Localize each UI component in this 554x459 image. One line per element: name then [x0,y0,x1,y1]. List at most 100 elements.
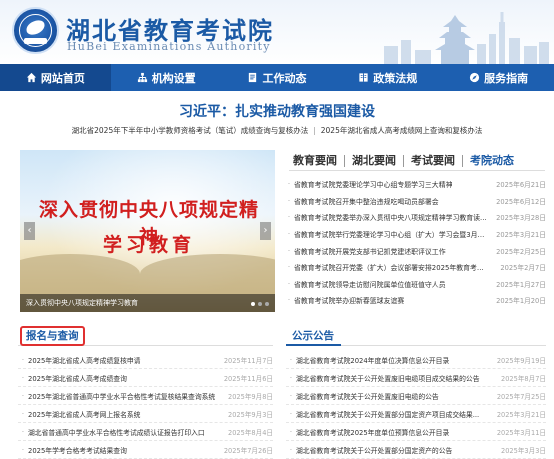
nav-service-guide[interactable]: 服务指南 [443,64,554,91]
slide-hill-decoration [20,254,140,294]
news-title[interactable]: 省教育考试院党委理论学习中心组专题学习三大精神 [294,179,490,189]
bullet-icon: · [21,391,25,400]
bullet-icon: · [21,373,25,382]
nav-home-label: 网站首页 [40,71,85,85]
item-title[interactable]: 2025年湖北省成人高考成绩查询 [28,373,221,383]
nav-work-news-label: 工作动态 [262,71,307,85]
news-date: 2025年6月12日 [496,197,546,206]
item-date: 2025年7月26日 [223,446,273,455]
panel-title-announcements[interactable]: 公示公告 [286,330,334,342]
item-date: 2025年3月3日 [501,446,546,455]
list-item[interactable]: · 省教育考试院党委举办深入贯彻中央八项规定精神学习教育读... 2025年3月28… [284,209,546,226]
slider-dots [251,302,269,306]
news-date: 2025年1月27日 [496,280,546,289]
list-item[interactable]: · 省教育考试院领导走访慰问院属单位值班值守人员 2025年1月27日 [284,276,546,293]
nav-policy[interactable]: 政策法规 [332,64,443,91]
list-item[interactable]: · 湖北省教育考试院2024年度单位决算信息公开目录 2025年9月19日 [286,351,546,369]
item-title[interactable]: 2025年学考合格考考试结果查询 [28,445,221,455]
news-date: 2025年1月20日 [496,297,546,306]
list-item[interactable]: · 2025年湖北省成人高考成绩复核申请 2025年11月7日 [18,351,273,369]
list-item[interactable]: · 2025年湖北省成人高考成绩查询 2025年11月6日 [18,369,273,387]
slider-dot[interactable] [251,302,255,306]
list-item[interactable]: · 2025年湖北省普通高中学业水平合格性考试复核结果查询系统 2025年9月8日 [18,387,273,405]
item-title[interactable]: 湖北省教育考试院关于公开处置废旧电缆项目成交结果的公告 [296,373,494,383]
announcements-list: · 湖北省教育考试院2024年度单位决算信息公开目录 2025年9月19日 · 湖北省… [286,351,546,459]
news-title[interactable]: 省教育考试院领导走访慰问院属单位值班值守人员 [294,279,490,289]
list-item[interactable]: · 省教育考试院举行党委理论学习中心组（扩大）学习会暨3月份... 2025年3月2… [284,226,546,243]
list-item[interactable]: · 省教育考试院召开集中整治违规吃喝动员部署会 2025年6月12日 [284,193,546,210]
item-title[interactable]: 2025年湖北省普通高中学业水平合格性考试复核结果查询系统 [28,391,221,401]
news-title[interactable]: 省教育考试院举行党委理论学习中心组（扩大）学习会暨3月份... [294,229,490,239]
bullet-icon: · [289,373,293,382]
bullet-icon: · [287,263,291,272]
news-title[interactable]: 省教育考试院召开党委（扩大）会议部署安排2025年教育考试... [294,262,490,272]
sub-link-separator: | [313,126,316,135]
tab-hubei-news[interactable]: 湖北要闻 [345,154,404,167]
news-title[interactable]: 省教育考试院召开集中整治违规吃喝动员部署会 [294,196,490,206]
item-title[interactable]: 2025年湖北省成人高考网上报名系统 [28,409,221,419]
list-item[interactable]: · 2025年学考合格考考试结果查询 2025年7月26日 [18,441,273,459]
slider-dot[interactable] [265,302,269,306]
site-logo-icon[interactable] [12,7,59,54]
logo-base [24,38,47,44]
sub-link-adult-exam[interactable]: 2025年湖北省成人高考成绩网上查询和复核办法 [321,126,483,135]
list-item[interactable]: · 湖北省教育考试院关于公开处置废旧电缆项目成交结果的公告 2025年8月7日 [286,369,546,387]
item-title[interactable]: 2025年湖北省成人高考成绩复核申请 [28,355,221,365]
home-icon [26,72,36,83]
item-date: 2025年11月6日 [223,374,273,383]
list-item[interactable]: · 省教育考试院举办迎新春篮球友谊赛 2025年1月20日 [284,292,546,309]
bullet-icon: · [289,391,293,400]
item-date: 2025年8月4日 [228,428,273,437]
tab-exam-news[interactable]: 考试要闻 [404,154,463,167]
nav-organization[interactable]: 机构设置 [111,64,222,91]
nav-home[interactable]: 网站首页 [0,64,111,91]
list-item[interactable]: · 2025年湖北省成人高考网上报名系统 2025年9月3日 [18,405,273,423]
news-tabs-divider [289,170,545,171]
item-date: 2025年3月21日 [496,410,546,419]
list-item[interactable]: · 省教育考试院召开党委（扩大）会议部署安排2025年教育考试... 2025年2月… [284,259,546,276]
news-date: 2025年3月21日 [496,231,546,240]
item-title[interactable]: 湖北省教育考试院关于公开处置废旧电缆的公告 [296,391,494,401]
slide-caption[interactable]: 深入贯彻中央八项规定精神学习教育 [20,294,275,312]
list-item[interactable]: · 湖北省教育考试院关于公开处置废旧电缆的公告 2025年7月25日 [286,387,546,405]
panel-title-registration[interactable]: 报名与查询 [20,326,85,346]
list-item[interactable]: · 湖北省教育考试院关于公开处置部分国定资产的公告 2025年3月3日 [286,441,546,459]
document-icon [249,72,257,83]
news-title[interactable]: 省教育考试院举办迎新春篮球友谊赛 [294,295,490,305]
news-title[interactable]: 省教育考试院党委举办深入贯彻中央八项规定精神学习教育读... [294,212,490,222]
news-title[interactable]: 省教育考试院开展党支部书记抓党建述职评议工作 [294,246,490,256]
image-slider[interactable]: 深入贯彻中央八项规定精神 学习教育 ‹ › 深入贯彻中央八项规定精神学习教育 [20,150,275,312]
slider-prev-button[interactable]: ‹ [24,222,35,240]
list-item[interactable]: · 湖北省教育考试院关于公开处置部分国定资产项目成交结果... 2025年3月21日 [286,405,546,423]
panel-header: 公示公告 [286,324,546,346]
list-item[interactable]: · 湖北省教育考试院2025年度单位预算信息公开目录 2025年3月11日 [286,423,546,441]
item-title[interactable]: 湖北省普通高中学业水平合格性考试成绩认证报告打印入口 [28,427,221,437]
news-date: 2025年2月25日 [496,247,546,256]
compass-icon [469,72,480,83]
tab-authority-news[interactable]: 考院动态 [463,154,521,167]
list-item[interactable]: · 湖北省普通高中学业水平合格性考试成绩认证报告打印入口 2025年8月4日 [18,423,273,441]
item-title[interactable]: 湖北省教育考试院关于公开处置部分国定资产项目成交结果... [296,409,494,419]
page: 湖北省教育考试院 HuBei Examinations Authority 网站… [0,0,554,459]
tab-education-news[interactable]: 教育要闻 [289,154,345,167]
bullet-icon: · [21,409,25,418]
news-tabs: 教育要闻 湖北要闻 考试要闻 考院动态 [289,152,545,169]
bullet-icon: · [289,409,293,418]
news-date: 2025年6月21日 [496,181,546,190]
item-title[interactable]: 湖北省教育考试院关于公开处置部分国定资产的公告 [296,445,494,455]
list-item[interactable]: · 省教育考试院党委理论学习中心组专题学习三大精神 2025年6月21日 [284,176,546,193]
nav-policy-label: 政策法规 [373,71,418,85]
item-title[interactable]: 湖北省教育考试院2025年度单位预算信息公开目录 [296,427,494,437]
list-item[interactable]: · 省教育考试院开展党支部书记抓党建述职评议工作 2025年2月25日 [284,242,546,259]
item-title[interactable]: 湖北省教育考试院2024年度单位决算信息公开目录 [296,355,494,365]
panel-title-underline [286,344,341,346]
site-header: 湖北省教育考试院 HuBei Examinations Authority [0,0,554,64]
bullet-icon: · [287,246,291,255]
slider-dot[interactable] [258,302,262,306]
headline-link[interactable]: 习近平：扎实推动教育强国建设 [0,101,554,121]
announcements-panel: 公示公告 · 湖北省教育考试院2024年度单位决算信息公开目录 2025年9月19日… [286,324,546,459]
book-icon [359,73,368,82]
nav-work-news[interactable]: 工作动态 [222,64,333,91]
sub-link-teacher-exam[interactable]: 湖北省2025年下半年中小学教师资格考试（笔试）成绩查询与复核办法 [72,126,309,135]
slider-next-button[interactable]: › [260,222,271,240]
